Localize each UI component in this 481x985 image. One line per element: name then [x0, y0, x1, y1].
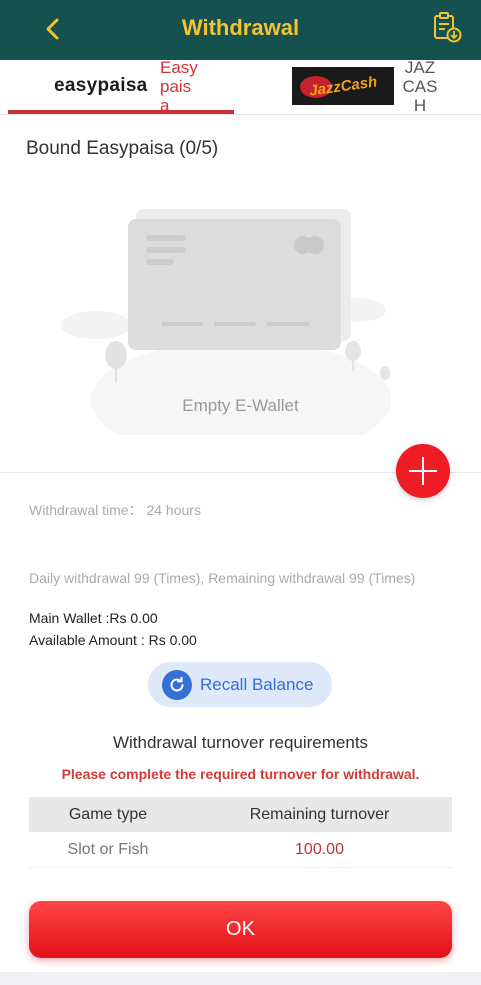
ok-button[interactable]: OK	[29, 901, 452, 958]
cell-remaining: 100.00	[295, 840, 344, 858]
empty-wallet-text: Empty E-Wallet	[182, 396, 299, 415]
withdrawal-time: Withdrawal time： 24 hours	[29, 502, 201, 518]
recall-balance-button[interactable]: Recall Balance	[148, 662, 332, 707]
tab-easypaisa-label: Easypaisa	[160, 58, 198, 115]
add-wallet-button[interactable]	[396, 444, 450, 498]
daily-withdrawal-limit: Daily withdrawal 99 (Times), Remaining w…	[29, 570, 416, 586]
turnover-note: Please complete the required turnover fo…	[61, 766, 420, 782]
page-title: Withdrawal	[181, 15, 300, 40]
header-remaining-turnover: Remaining turnover	[249, 805, 390, 823]
turnover-table: Game type Remaining turnover Slot or Fis…	[29, 797, 452, 868]
tab-jazzcash-label: JAZCASH	[402, 58, 438, 115]
table-row: Slot or Fish 100.00	[29, 832, 452, 868]
recall-balance-label: Recall Balance	[200, 674, 314, 694]
turnover-title: Withdrawal turnover requirements	[112, 733, 369, 752]
history-button[interactable]	[430, 10, 464, 44]
bound-wallet-count: Bound Easypaisa (0/5)	[26, 138, 219, 159]
clipboard-download-icon	[434, 12, 462, 43]
active-tab-indicator	[8, 110, 234, 114]
refresh-icon	[162, 669, 192, 700]
header-game-type: Game type	[68, 805, 148, 823]
table-header: Game type Remaining turnover	[29, 797, 452, 832]
easypaisa-logo: easypaisa	[54, 75, 148, 96]
available-amount: Available Amount : Rs 0.00	[29, 632, 197, 648]
jazzcash-logo: JazzCash	[292, 67, 394, 105]
cell-game-type: Slot or Fish	[67, 840, 149, 858]
main-wallet-balance: Main Wallet :Rs 0.00	[29, 610, 158, 626]
